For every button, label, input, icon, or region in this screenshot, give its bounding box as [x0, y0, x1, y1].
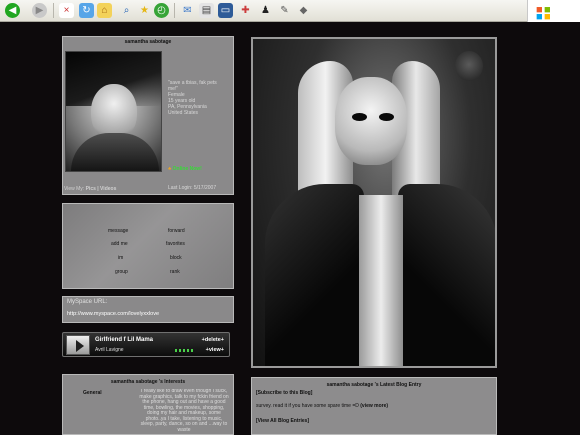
pics-videos-link[interactable]: Pics | Videos: [86, 186, 117, 192]
windows-logo: ■ ■ ■ ■: [527, 0, 580, 23]
tools-icon[interactable]: ✚: [238, 3, 253, 18]
left-eye-shape: [352, 113, 367, 121]
delete-song-button[interactable]: +delete+: [202, 337, 224, 343]
interests-general-text: I really like to draw even though I suck…: [139, 389, 229, 433]
browser-toolbar: ◀ ▶ × ↻ ⌂ ⌕ ★ ◴ ✉ ▤ ▭ ✚ ♟ ✎ ◆ ■ ■ ■ ■: [0, 0, 580, 23]
contact-panel: message forward add me favorites im bloc…: [62, 203, 234, 289]
edit-icon[interactable]: ▭: [218, 3, 233, 18]
history-icon[interactable]: ◴: [154, 3, 169, 18]
last-login: Last Login: 5/17/2007: [168, 185, 217, 191]
shirt-shape: [71, 133, 159, 171]
url-label: MySpace URL:: [67, 299, 108, 305]
country: United States: [168, 110, 199, 116]
volume-dots: [175, 349, 195, 352]
stop-icon[interactable]: ×: [59, 3, 74, 18]
face-shape: [335, 77, 407, 165]
interests-general-label: General: [83, 390, 102, 396]
print-icon[interactable]: ▤: [199, 3, 214, 18]
aim-icon[interactable]: ♟: [258, 3, 273, 18]
profile-url[interactable]: http://www.myspace.com/lovelyxxlove: [67, 311, 159, 317]
artist-name: Avril Lavigne: [95, 347, 124, 353]
messenger-icon[interactable]: ✎: [277, 3, 292, 18]
skull-icon: [455, 51, 483, 81]
play-icon[interactable]: [66, 335, 90, 355]
favorites-button[interactable]: favorites: [166, 241, 185, 247]
online-icon: ♣: [168, 166, 172, 172]
profile-details: "save a tbias, fak pets me!" Female 15 y…: [168, 80, 233, 116]
profile-panel: samantha sabotage "save a tbias, fak pet…: [62, 36, 234, 195]
search-icon[interactable]: ⌕: [119, 3, 134, 18]
jacket-left-shape: [265, 184, 364, 366]
subscribe-blog-link[interactable]: [Subscribe to this Blog]: [256, 390, 312, 396]
rank-button[interactable]: rank: [170, 269, 180, 275]
toolbar-separator: [174, 3, 175, 18]
interests-title: samantha sabotage 's Interests: [110, 379, 186, 385]
music-player: Girlfriend f Lil Mama Avril Lavigne +del…: [62, 332, 230, 357]
right-eye-shape: [379, 113, 394, 121]
back-icon[interactable]: ◀: [5, 3, 20, 18]
im-button[interactable]: im: [118, 255, 123, 261]
forward-button[interactable]: forward: [168, 228, 185, 234]
refresh-icon[interactable]: ↻: [79, 3, 94, 18]
torso-shape: [359, 195, 403, 366]
view-song-button[interactable]: +view+: [206, 347, 224, 353]
myspace-url-panel: MySpace URL: http://www.myspace.com/love…: [62, 296, 234, 323]
group-button[interactable]: group: [115, 269, 128, 275]
home-icon[interactable]: ⌂: [97, 3, 112, 18]
interests-panel: samantha sabotage 's Interests General I…: [62, 374, 234, 435]
view-more-link[interactable]: (view more): [360, 403, 388, 409]
forward-icon[interactable]: ▶: [32, 3, 47, 18]
blog-entry: survey. read it if you have some spare t…: [256, 403, 389, 409]
blog-title: samantha sabotage 's Latest Blog Entry: [326, 382, 422, 388]
view-my-links: View My: Pics | Videos: [64, 186, 117, 192]
mail-icon[interactable]: ✉: [180, 3, 195, 18]
message-button[interactable]: message: [108, 228, 128, 234]
jacket-right-shape: [398, 184, 495, 366]
featured-photo[interactable]: [251, 37, 497, 368]
profile-title: samantha sabotage: [124, 39, 172, 45]
favorites-icon[interactable]: ★: [137, 3, 152, 18]
add-friend-button[interactable]: add me: [111, 241, 128, 247]
song-title: Girlfriend f Lil Mama: [95, 337, 154, 343]
online-status: ♣ Online Now!: [168, 166, 202, 172]
toolbar-separator: [53, 3, 54, 18]
blog-panel: samantha sabotage 's Latest Blog Entry […: [251, 377, 497, 435]
block-button[interactable]: block: [170, 255, 182, 261]
profile-photo[interactable]: [65, 51, 162, 172]
extra-icon[interactable]: ◆: [296, 3, 311, 18]
face-shape: [91, 84, 137, 140]
view-all-blog-link[interactable]: [View All Blog Entries]: [256, 418, 309, 424]
